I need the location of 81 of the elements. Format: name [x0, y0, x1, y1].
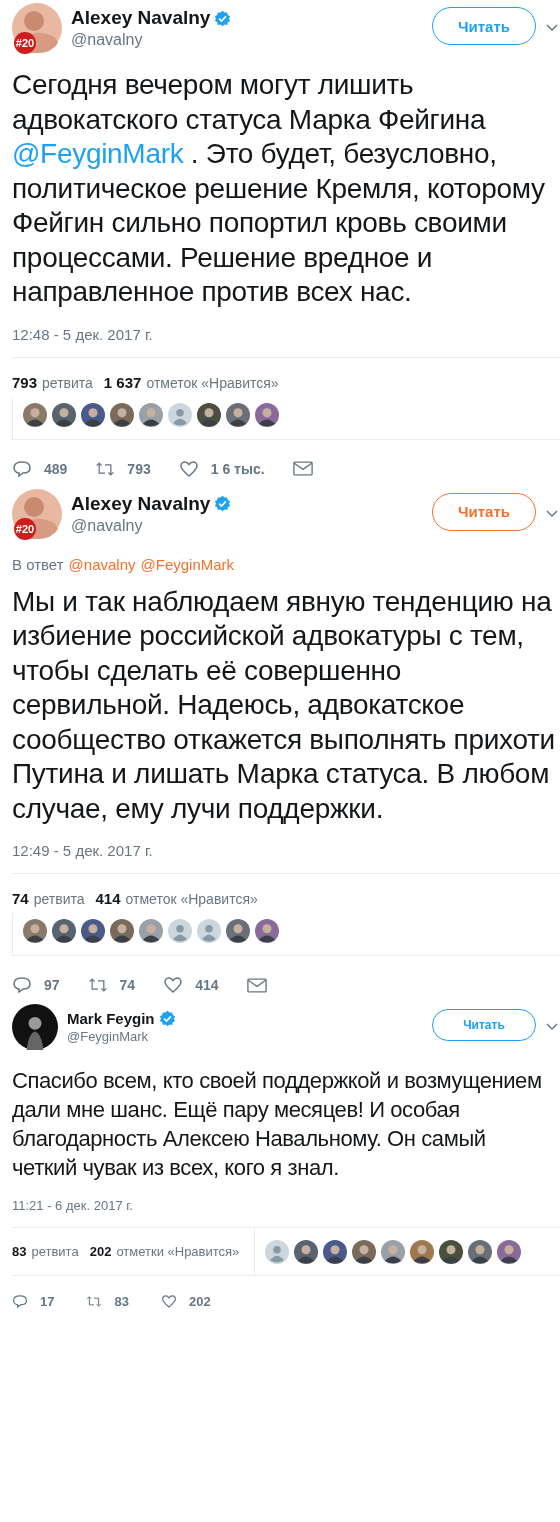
avatar-icon[interactable]: [110, 402, 134, 427]
retweet-count[interactable]: 793: [12, 373, 38, 391]
avatar-icon[interactable]: [52, 919, 76, 943]
like-button[interactable]: 414: [163, 976, 219, 994]
author-name[interactable]: Mark Feygin: [67, 1010, 155, 1027]
avatar-icon[interactable]: [23, 919, 47, 943]
like-count[interactable]: 1 637: [103, 373, 142, 391]
reply-icon: [12, 459, 32, 478]
avatar-icon[interactable]: [381, 1239, 405, 1264]
tweet-date[interactable]: 12:49 - 5 дек. 2017 г.: [12, 842, 560, 859]
author-handle[interactable]: @FeyginMark: [67, 1029, 432, 1044]
avatar-icon[interactable]: [23, 402, 47, 427]
avatar-icon[interactable]: [139, 402, 163, 427]
avatar-icon[interactable]: [255, 402, 279, 427]
default-avatar-icon[interactable]: [168, 919, 192, 943]
avatar-icon[interactable]: [410, 1239, 434, 1264]
avatar-icon[interactable]: [81, 919, 105, 943]
avatar-icon[interactable]: [323, 1239, 347, 1264]
tweet-date[interactable]: 11:21 - 6 дек. 2017 г.: [12, 1198, 560, 1213]
author-handle[interactable]: @navalny: [71, 516, 432, 535]
caret-icon[interactable]: [546, 24, 558, 32]
retweet-icon: [86, 1293, 103, 1309]
like-label: отметки «Нравится»: [116, 1244, 240, 1259]
mention-link[interactable]: @navalny: [68, 555, 136, 573]
avatar-icon[interactable]: [110, 919, 134, 943]
tweet-text: Сегодня вечером могут лишить адвокатского статуса Марка Фейгина @FeyginMark . Это будет, безусловно, политическое решение Кремля, которому Фейгин сильно попортил кровь своими процессами. Решение вредное и направленное против всех нас.: [12, 68, 546, 309]
heart-icon: [163, 976, 184, 994]
like-button[interactable]: 1 6 тыс.: [178, 459, 265, 478]
retweet-icon: [87, 976, 108, 994]
reply-button[interactable]: 97: [12, 976, 60, 994]
caret-icon[interactable]: [546, 509, 558, 518]
tweet-date[interactable]: 12:48 - 5 дек. 2017 г.: [12, 325, 560, 343]
retweet-button[interactable]: 74: [87, 976, 136, 994]
avatar-icon[interactable]: [81, 402, 105, 427]
reply-icon: [12, 976, 32, 994]
tweet-text: Мы и так наблюдаем явную тенденцию на избиение российской адвокатуры с тем, чтобы сделать её совершенно сервильной. Надеюсь, адвокатское сообщество откажется выполнять прихоти Путина и лишать Марка статуса. В любом случае, ему лучи поддержки.: [12, 584, 556, 826]
avatar-icon[interactable]: [197, 402, 221, 427]
default-avatar-icon[interactable]: [168, 402, 192, 427]
mail-icon[interactable]: [246, 977, 267, 993]
follow-button[interactable]: Читать: [432, 492, 536, 531]
like-label: отметок «Нравится»: [125, 891, 258, 907]
caret-icon[interactable]: [546, 1023, 558, 1031]
tweet-text: Спасибо всем, кто своей поддержкой и возмущением дали мне шанс. Ещё пару месяцев! И особая благодарность Алексею Навальному. Он самый четкий чувак из всех, кого я знал.: [12, 1067, 543, 1182]
default-avatar-icon[interactable]: [197, 919, 221, 943]
like-button[interactable]: 202: [160, 1293, 211, 1309]
like-count[interactable]: 202: [89, 1244, 112, 1259]
author-name[interactable]: Alexey Navalny: [71, 7, 211, 29]
retweet-label: ретвита: [33, 891, 85, 907]
retweet-button[interactable]: 793: [95, 459, 151, 478]
avatar-icon[interactable]: [294, 1239, 318, 1264]
avatar-icon[interactable]: [352, 1239, 376, 1264]
default-avatar-icon[interactable]: [265, 1239, 289, 1264]
like-count[interactable]: 414: [95, 890, 121, 907]
author-name[interactable]: Alexey Navalny: [71, 492, 211, 515]
reply-button[interactable]: 489: [12, 459, 68, 478]
avatar-icon[interactable]: [12, 1004, 58, 1050]
mail-icon[interactable]: [292, 461, 313, 476]
avatar-icon[interactable]: [439, 1239, 463, 1264]
avatar-icon[interactable]: [226, 919, 250, 943]
retweet-label: ретвита: [31, 1244, 79, 1259]
avatar-icon[interactable]: [468, 1239, 492, 1264]
retweet-count[interactable]: 83: [12, 1244, 27, 1259]
avatar-icon[interactable]: [497, 1239, 521, 1264]
follow-button[interactable]: Читать: [432, 1009, 536, 1041]
reply-button[interactable]: 17: [12, 1293, 55, 1309]
avatar-icon[interactable]: [226, 402, 250, 427]
reply-icon: [12, 1293, 28, 1309]
mention-link[interactable]: @FeyginMark: [140, 555, 235, 573]
heart-icon: [160, 1293, 177, 1309]
heart-icon: [178, 459, 199, 478]
avatar-icon[interactable]: [52, 402, 76, 427]
retweet-count[interactable]: 74: [12, 890, 29, 907]
retweet-button[interactable]: 83: [86, 1293, 129, 1309]
like-label: отметок «Нравится»: [146, 374, 279, 391]
follow-button[interactable]: Читать: [432, 7, 536, 45]
avatar-icon[interactable]: [255, 919, 279, 943]
mention-link[interactable]: @FeyginMark: [12, 138, 184, 169]
retweet-label: ретвита: [42, 374, 93, 391]
reply-label: В ответ: [12, 555, 64, 573]
avatar-icon[interactable]: [139, 919, 163, 943]
author-handle[interactable]: @navalny: [71, 31, 432, 49]
